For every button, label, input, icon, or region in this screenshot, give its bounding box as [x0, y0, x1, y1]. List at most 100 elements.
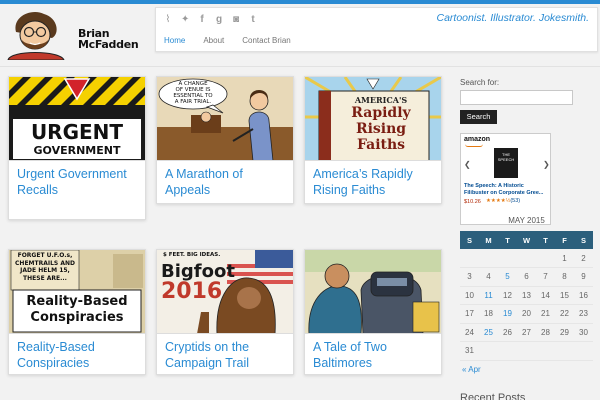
nav-contact[interactable]: Contact Brian	[234, 35, 300, 47]
weekday-header: W	[517, 231, 536, 249]
calendar-day: 8	[555, 267, 574, 287]
thumb-text: Rising	[355, 121, 407, 137]
post-card[interactable]: AMERICA'S Rapidly Rising Faiths America’…	[304, 76, 442, 204]
post-card[interactable]: URGENT GOVERNMENT Urgent Government Reca…	[8, 76, 146, 220]
nav-home[interactable]: Home	[156, 35, 195, 47]
google-plus-icon[interactable]: g	[215, 14, 223, 26]
calendar-day: 9	[574, 267, 593, 287]
thumb-headline: Bigfoot 2016	[161, 262, 235, 303]
calendar-day: 4	[479, 267, 498, 287]
post-card[interactable]: A CHANGE OF VENUE IS ESSENTIAL TO A FAIR…	[156, 76, 294, 204]
chevron-right-icon[interactable]: ❯	[543, 160, 550, 169]
calendar-week-row: 12	[460, 249, 593, 268]
calendar-day	[479, 341, 498, 361]
thumb-text: AMERICA'S	[354, 95, 408, 105]
calendar-day: 29	[555, 323, 574, 342]
calendar-week-row: 24 25 26 27 28 29 30	[460, 323, 593, 342]
calendar-day: 16	[574, 286, 593, 305]
search-input[interactable]	[460, 90, 573, 105]
calendar-day-link[interactable]: 11	[479, 286, 498, 305]
calendar-day: 1	[555, 249, 574, 268]
ad-price: $10.26	[464, 199, 481, 205]
calendar-day-link[interactable]: 25	[479, 323, 498, 342]
post-card[interactable]: $ FEET. BIG IDEAS. Bigfoot 2016 Cryptids…	[156, 249, 294, 375]
amazon-logo: amazon	[464, 136, 491, 143]
calendar-week-row: 3456789	[460, 267, 593, 287]
chevron-left-icon[interactable]: ❮	[464, 160, 471, 169]
top-accent-bar	[0, 0, 600, 4]
calendar-day: 6	[517, 267, 536, 287]
thumb-speech-bubble: A CHANGE OF VENUE IS ESSENTIAL TO A FAIR…	[163, 81, 223, 105]
tumblr-icon[interactable]: t	[249, 14, 257, 26]
post-title-link[interactable]: Reality-Based Conspiracies	[9, 334, 145, 377]
post-title-link[interactable]: Cryptids on the Campaign Trail	[157, 334, 293, 377]
weekday-header: F	[555, 231, 574, 249]
search-label: Search for:	[460, 78, 500, 87]
post-thumbnail[interactable]: AMERICA'S Rapidly Rising Faiths	[305, 77, 441, 161]
post-thumbnail[interactable]: URGENT GOVERNMENT	[9, 77, 145, 161]
calendar-day	[517, 249, 536, 268]
header-panel: ⌇ ✦ f g ◙ t Cartoonist. Illustrator. Jok…	[155, 7, 598, 52]
calendar-day-link[interactable]: 5	[498, 267, 517, 287]
calendar-day: 31	[460, 341, 479, 361]
post-thumbnail[interactable]: FORGET U.F.O.s, CHEMTRAILS AND JADE HELM…	[9, 250, 145, 334]
rss-icon[interactable]: ⌇	[164, 14, 172, 26]
calendar-day: 30	[574, 323, 593, 342]
calendar-day	[498, 249, 517, 268]
calendar-day	[574, 341, 593, 361]
calendar-day: 13	[517, 286, 536, 305]
calendar-day: 27	[517, 323, 536, 342]
header-divider	[0, 66, 600, 67]
facebook-icon[interactable]: f	[198, 14, 206, 26]
weekday-header: S	[460, 231, 479, 249]
calendar-day: 22	[555, 304, 574, 324]
ad-product-title[interactable]: The Speech: A Historic Filibuster on Cor…	[464, 183, 550, 197]
thumb-text: GOVERNMENT	[33, 144, 121, 157]
calendar-prev-month-link[interactable]: « Apr	[462, 365, 481, 374]
search-button[interactable]: Search	[460, 110, 497, 124]
calendar-day	[498, 341, 517, 361]
calendar-weekday-row: S M T W T F S	[460, 231, 593, 249]
post-title-link[interactable]: America’s Rapidly Rising Faiths	[305, 161, 441, 204]
social-links: ⌇ ✦ f g ◙ t	[164, 14, 257, 26]
thumb-book-cover: AMERICA'S Rapidly Rising Faiths	[333, 95, 429, 153]
calendar-week-row: 17 18 19 20 21 22 23	[460, 304, 593, 324]
weekday-header: S	[574, 231, 593, 249]
calendar-day: 24	[460, 323, 479, 342]
post-card[interactable]: A Tale of Two Baltimores	[304, 249, 442, 375]
calendar-day: 18	[479, 304, 498, 324]
post-thumbnail[interactable]	[305, 250, 441, 334]
calendar-day-link[interactable]: 19	[498, 304, 517, 324]
thumb-caption: FORGET U.F.O.s, CHEMTRAILS AND JADE HELM…	[13, 252, 77, 282]
post-card[interactable]: FORGET U.F.O.s, CHEMTRAILS AND JADE HELM…	[8, 249, 146, 375]
thumb-text: THESE ARE...	[23, 274, 67, 282]
post-title-link[interactable]: A Tale of Two Baltimores	[305, 334, 441, 377]
calendar-day: 15	[555, 286, 574, 305]
calendar-week-row: 31	[460, 341, 593, 361]
twitter-icon[interactable]: ✦	[181, 14, 189, 26]
calendar-day	[460, 249, 479, 268]
caricature-logo-icon	[7, 12, 65, 61]
site-logo[interactable]: Brian McFadden	[6, 8, 146, 61]
calendar-day: 14	[536, 286, 555, 305]
amazon-ad-widget[interactable]: amazon ❮ THE SPEECH ❯ The Speech: A Hist…	[460, 133, 551, 225]
calendar-day	[536, 341, 555, 361]
book-cover-image[interactable]: THE SPEECH	[494, 148, 518, 178]
thumb-text: Faiths	[356, 137, 406, 153]
nav-about[interactable]: About	[195, 35, 234, 47]
post-thumbnail[interactable]: A CHANGE OF VENUE IS ESSENTIAL TO A FAIR…	[157, 77, 293, 161]
calendar-day: 12	[498, 286, 517, 305]
post-title-link[interactable]: A Marathon of Appeals	[157, 161, 293, 204]
thumb-text: A FAIR TRIAL.	[174, 99, 212, 105]
post-title-link[interactable]: Urgent Government Recalls	[9, 161, 145, 204]
calendar-day: 28	[536, 323, 555, 342]
post-thumbnail[interactable]: $ FEET. BIG IDEAS. Bigfoot 2016	[157, 250, 293, 334]
book-cover-text: THE SPEECH	[497, 152, 515, 162]
calendar-day	[479, 249, 498, 268]
thumb-headline: Reality-Based Conspiracies	[13, 294, 141, 326]
amazon-smile-icon	[465, 144, 483, 147]
calendar-caption: MAY 2015	[508, 216, 545, 225]
instagram-icon[interactable]: ◙	[232, 14, 240, 26]
calendar-day: 20	[517, 304, 536, 324]
recent-posts-heading: Recent Posts	[460, 392, 526, 400]
